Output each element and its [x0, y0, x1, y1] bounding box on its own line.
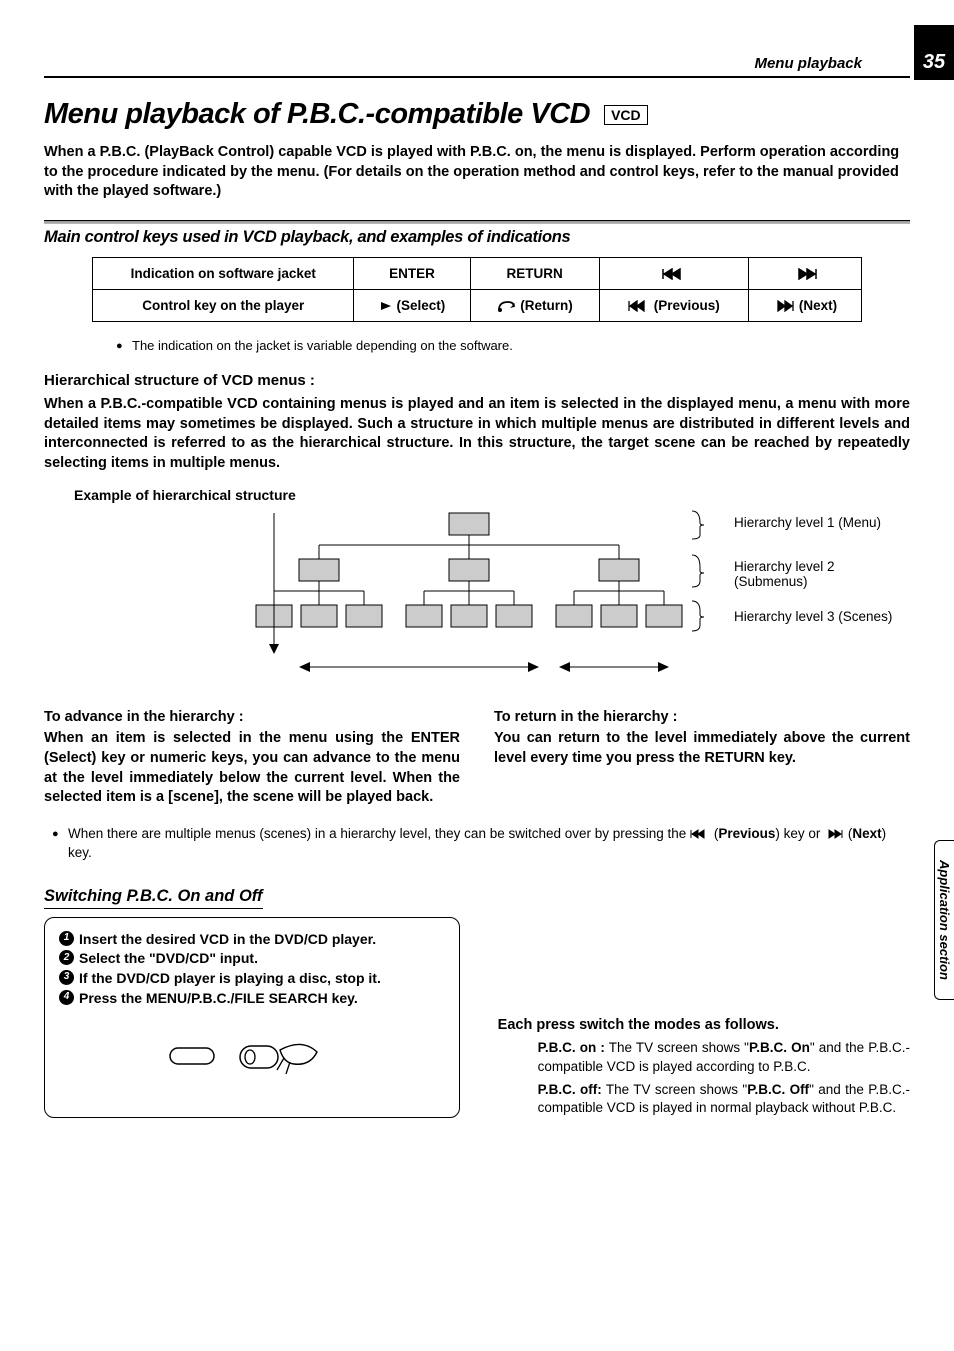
legend-level-3: Hierarchy level 3 (Scenes): [734, 609, 892, 624]
hierarchical-heading: Hierarchical structure of VCD menus :: [44, 372, 910, 389]
modes-column: Each press switch the modes as follows. …: [498, 917, 910, 1119]
col-advance: To advance in the hierarchy : When an it…: [44, 709, 460, 807]
multi-menu-note: When there are multiple menus (scenes) i…: [44, 808, 910, 863]
modes-heading: Each press switch the modes as follows.: [498, 1017, 910, 1033]
table-row: Control key on the player (Select) (Retu…: [93, 289, 862, 321]
cell-prev-icon: [599, 257, 749, 289]
page-number: 35: [923, 51, 945, 74]
step-3: 3If the DVD/CD player is playing a disc,…: [59, 969, 445, 989]
mode-off: P.B.C. off: The TV screen shows "P.B.C. …: [498, 1081, 910, 1119]
page-number-tab: 35: [914, 25, 954, 80]
return-title: To return in the hierarchy :: [494, 709, 910, 725]
previous-icon: [690, 829, 710, 839]
advance-body: When an item is selected in the menu usi…: [44, 729, 460, 807]
cell-next-key: (Next): [749, 289, 862, 321]
side-tab: Application section: [934, 840, 954, 1000]
cell-controlkey-label: Control key on the player: [93, 289, 354, 321]
switching-title: Switching P.B.C. On and Off: [44, 887, 263, 909]
advance-return-columns: To advance in the hierarchy : When an it…: [44, 709, 910, 807]
step-1: 1Insert the desired VCD in the DVD/CD pl…: [59, 930, 445, 950]
control-keys-table: Indication on software jacket ENTER RETU…: [44, 257, 910, 322]
divider: [44, 220, 910, 224]
remote-illustration: [162, 1030, 342, 1080]
col-return: To return in the hierarchy : You can ret…: [494, 709, 910, 807]
hierarchy-diagram: Hierarchy level 1 (Menu) Hierarchy level…: [44, 509, 910, 699]
cell-next-icon: [749, 257, 862, 289]
hierarchical-body: When a P.B.C.-compatible VCD containing …: [44, 395, 910, 473]
example-label: Example of hierarchical structure: [74, 487, 910, 503]
step-2: 2Select the "DVD/CD" input.: [59, 949, 445, 969]
mode-on: P.B.C. on : The TV screen shows "P.B.C. …: [498, 1039, 910, 1077]
next-icon: [824, 829, 844, 839]
title-row: Menu playback of P.B.C.-compatible VCD V…: [44, 98, 910, 131]
legend-level-2: Hierarchy level 2 (Submenus): [734, 559, 910, 589]
cell-return-key: (Return): [470, 289, 599, 321]
switching-section: Switching P.B.C. On and Off 1Insert the …: [44, 887, 910, 1119]
advance-title: To advance in the hierarchy :: [44, 709, 460, 725]
running-header: Menu playback: [44, 0, 910, 78]
intro-paragraph: When a P.B.C. (PlayBack Control) capable…: [44, 143, 910, 202]
cell-return: RETURN: [470, 257, 599, 289]
legend-level-1: Hierarchy level 1 (Menu): [734, 515, 881, 530]
cell-enter: ENTER: [354, 257, 470, 289]
table-note: The indication on the jacket is variable…: [44, 330, 910, 358]
steps-box: 1Insert the desired VCD in the DVD/CD pl…: [44, 917, 460, 1119]
subheading-1: Main control keys used in VCD playback, …: [44, 228, 910, 247]
page-content: Menu playback of P.B.C.-compatible VCD V…: [0, 78, 954, 1148]
return-body: You can return to the level immediately …: [494, 729, 910, 768]
page-title: Menu playback of P.B.C.-compatible VCD: [44, 98, 590, 131]
diagram-svg: [244, 509, 704, 699]
step-4: 4Press the MENU/P.B.C./FILE SEARCH key.: [59, 989, 445, 1009]
table-row: Indication on software jacket ENTER RETU…: [93, 257, 862, 289]
cell-select: (Select): [354, 289, 470, 321]
cell-indication-label: Indication on software jacket: [93, 257, 354, 289]
vcd-badge: VCD: [604, 105, 648, 125]
cell-previous-key: (Previous): [599, 289, 749, 321]
